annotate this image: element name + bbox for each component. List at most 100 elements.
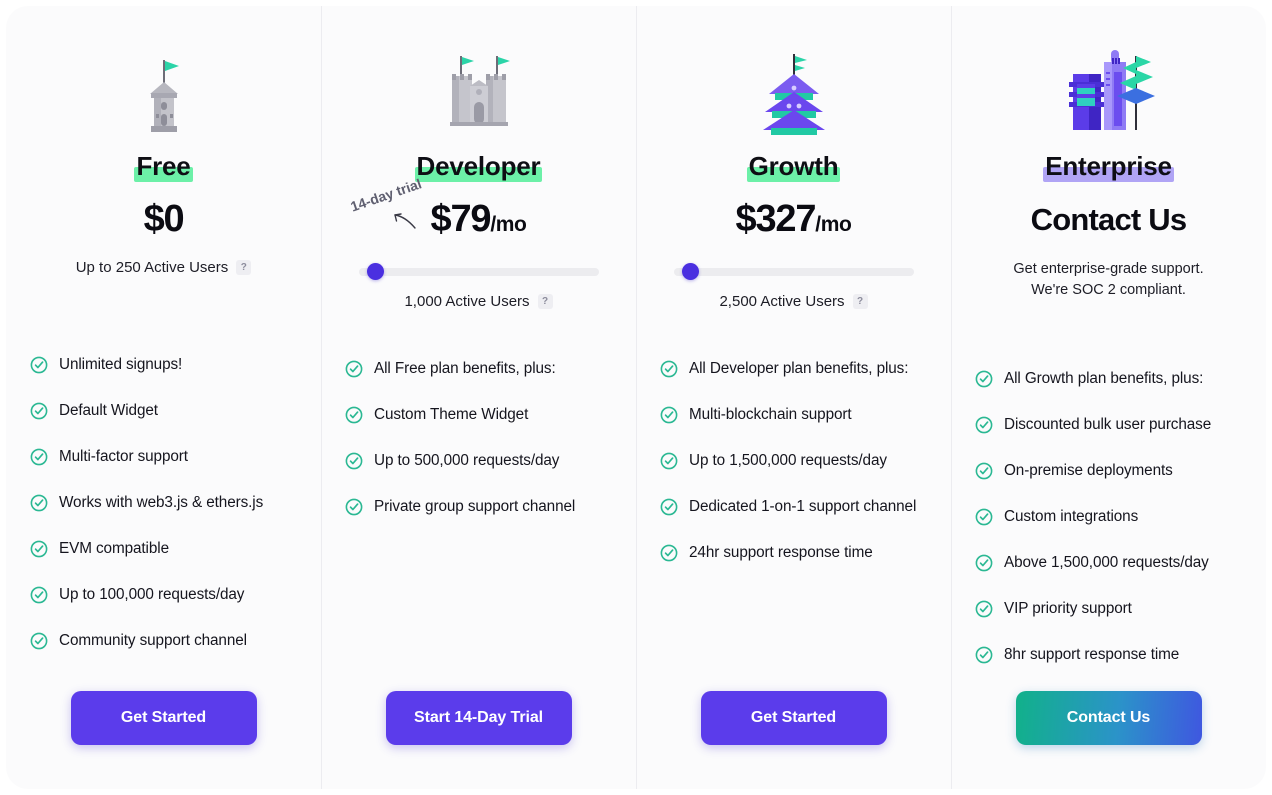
slider-track[interactable] [673, 267, 914, 276]
check-circle-icon [660, 498, 678, 521]
cityscape-icon [1068, 50, 1155, 130]
cta-button-free[interactable]: Get Started [70, 690, 257, 745]
check-circle-icon [30, 448, 48, 471]
check-circle-icon [975, 416, 993, 439]
check-circle-icon [30, 356, 48, 373]
check-circle-icon [975, 646, 993, 669]
check-circle-icon [30, 402, 48, 425]
check-circle-icon [30, 540, 48, 563]
plan-name-growth: Growth [746, 151, 841, 182]
feature-item: Multi-blockchain support [660, 405, 931, 429]
active-users-label: 2,500 Active Users? [719, 293, 868, 310]
feature-text: Works with web3.js & ethers.js [59, 493, 264, 511]
price-suffix: /mo [815, 213, 852, 237]
cta-button-growth[interactable]: Get Started [700, 690, 887, 745]
check-circle-icon [30, 586, 48, 603]
price-zone: $327/mo [636, 181, 951, 259]
plan-icon-growth [751, 28, 837, 136]
slider-thumb[interactable] [366, 263, 384, 281]
check-circle-icon [975, 416, 993, 433]
feature-item: Up to 1,500,000 requests/day [660, 451, 931, 475]
check-circle-icon [345, 360, 363, 377]
check-circle-icon [975, 370, 993, 387]
cta-button-developer[interactable]: Start 14-Day Trial [385, 690, 572, 745]
feature-text: All Developer plan benefits, plus: [689, 359, 909, 377]
check-circle-icon [660, 498, 678, 515]
users-zone: 2,500 Active Users? [636, 259, 951, 321]
price-zone: Contact Us [951, 181, 1266, 259]
check-circle-icon [345, 452, 363, 469]
plan-price-growth: $327/mo [736, 198, 852, 241]
check-circle-icon [30, 632, 48, 649]
check-circle-icon [660, 406, 678, 423]
price-suffix: /mo [490, 213, 527, 237]
feature-text: EVM compatible [59, 539, 169, 557]
plan-icon-developer [436, 28, 522, 136]
help-icon[interactable]: ? [537, 293, 553, 309]
plan-name-text: Free [136, 151, 191, 181]
feature-item: All Free plan benefits, plus: [345, 359, 616, 383]
slider-track[interactable] [358, 267, 599, 276]
feature-item: 24hr support response time [660, 543, 931, 567]
check-circle-icon [975, 462, 993, 479]
price-zone: 14-day trial $79/mo [321, 175, 636, 259]
plan-name-row: Developer [414, 152, 543, 182]
check-circle-icon [30, 494, 48, 511]
feature-text: Up to 500,000 requests/day [374, 451, 560, 469]
active-users-text: Up to 250 Active Users [75, 258, 229, 276]
check-circle-icon [345, 360, 363, 383]
active-users-label: 1,000 Active Users? [404, 293, 553, 310]
check-circle-icon [30, 356, 48, 379]
price-amount: $79 [430, 198, 492, 241]
feature-text: Default Widget [59, 401, 158, 419]
check-circle-icon [975, 370, 993, 393]
feature-item: Up to 500,000 requests/day [345, 451, 616, 475]
check-circle-icon [345, 498, 363, 521]
feature-text: On-premise deployments [1004, 461, 1173, 479]
feature-item: Custom Theme Widget [345, 405, 616, 429]
check-circle-icon [345, 498, 363, 515]
subdescription-line: Get enterprise-grade support. [1013, 260, 1204, 277]
plan-price-developer: $79/mo [431, 198, 527, 241]
feature-text: Multi-blockchain support [689, 405, 852, 423]
check-circle-icon [30, 586, 48, 609]
feature-list-growth: All Developer plan benefits, plus: Multi… [636, 321, 951, 691]
plan-subdescription: Get enterprise-grade support. We're SOC 2… [1013, 259, 1203, 301]
slider-thumb[interactable] [681, 263, 699, 281]
check-circle-icon [345, 406, 363, 423]
users-zone: Up to 250 Active Users? [6, 259, 321, 321]
feature-text: Unlimited signups! [59, 355, 183, 373]
active-users-slider[interactable] [673, 263, 914, 281]
price-zone: $0 [6, 181, 321, 259]
castle-icon [449, 56, 510, 126]
feature-text: VIP priority support [1004, 599, 1132, 617]
price-amount: $327 [735, 198, 817, 241]
feature-item: VIP priority support [975, 599, 1246, 623]
feature-item: Dedicated 1-on-1 support channel [660, 497, 931, 521]
check-circle-icon [975, 508, 993, 525]
pagoda-icon [762, 54, 825, 135]
help-icon[interactable]: ? [852, 293, 868, 309]
feature-item: Unlimited signups! [30, 355, 301, 379]
feature-item: All Developer plan benefits, plus: [660, 359, 931, 383]
feature-item: 8hr support response time [975, 645, 1246, 669]
plan-name-free: Free [134, 151, 193, 182]
users-zone: 1,000 Active Users? [321, 259, 636, 321]
cta-button-enterprise[interactable]: Contact Us [1015, 690, 1202, 745]
users-zone: Get enterprise-grade support. We're SOC 2… [951, 259, 1266, 321]
feature-text: Multi-factor support [59, 447, 188, 465]
check-circle-icon [975, 600, 993, 623]
price-amount: Contact Us [1030, 201, 1187, 237]
help-icon[interactable]: ? [236, 259, 252, 275]
feature-text: Custom integrations [1004, 507, 1139, 525]
plan-name-text: Growth [748, 151, 839, 181]
active-users-slider[interactable] [358, 263, 599, 281]
check-circle-icon [30, 402, 48, 419]
check-circle-icon [660, 544, 678, 567]
plan-name-developer: Developer [414, 152, 543, 182]
feature-item: Up to 100,000 requests/day [30, 585, 301, 609]
check-circle-icon [660, 544, 678, 561]
plan-name-row: Free [134, 151, 193, 182]
cta-zone: Get Started [6, 690, 321, 789]
feature-text: Community support channel [59, 631, 247, 649]
